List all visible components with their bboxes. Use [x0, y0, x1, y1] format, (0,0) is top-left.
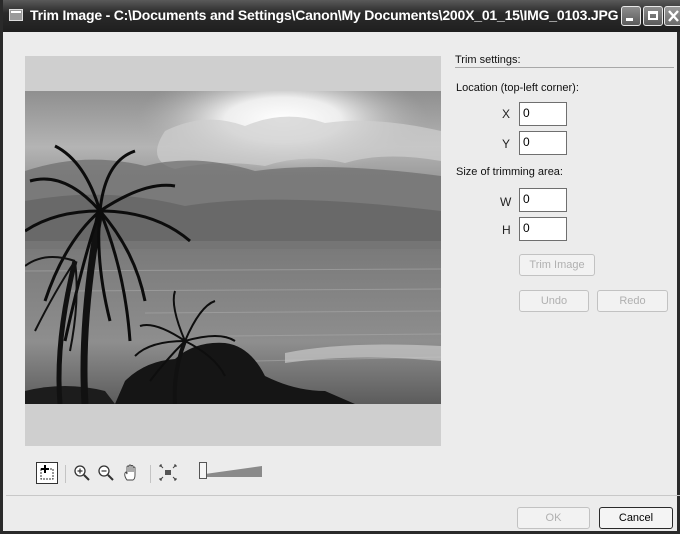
h-input[interactable]: 0: [519, 217, 567, 241]
undo-button[interactable]: Undo: [519, 290, 589, 312]
zoom-in-icon: [74, 465, 90, 481]
w-label: W: [500, 195, 512, 209]
fit-to-window-icon: [159, 464, 177, 481]
size-label: Size of trimming area:: [456, 166, 563, 178]
zoom-out-icon: [98, 465, 114, 481]
select-area-tool[interactable]: [36, 462, 58, 484]
title-bar[interactable]: Trim Image - C:\Documents and Settings\C…: [3, 0, 680, 32]
location-label: Location (top-left corner):: [456, 82, 579, 94]
h-label: H: [502, 223, 511, 237]
x-label: X: [502, 107, 511, 121]
window-app-icon[interactable]: [9, 9, 23, 21]
trim-image-button[interactable]: Trim Image: [519, 254, 595, 276]
minimize-button[interactable]: [621, 6, 641, 26]
hand-pan-tool[interactable]: [121, 463, 141, 483]
select-area-icon: [40, 465, 54, 480]
maximize-button[interactable]: [643, 6, 663, 26]
trim-settings-heading: Trim settings:: [455, 54, 521, 66]
footer-divider: [6, 495, 680, 496]
hand-pan-icon: [124, 464, 136, 481]
y-label: Y: [502, 137, 511, 151]
fit-to-window-tool[interactable]: [158, 463, 178, 483]
zoom-slider-thumb[interactable]: [199, 462, 207, 479]
trim-image-dialog: Trim Image - C:\Documents and Settings\C…: [0, 0, 680, 534]
y-input[interactable]: 0: [519, 131, 567, 155]
photo-preview-image: [25, 91, 441, 404]
x-input[interactable]: 0: [519, 102, 567, 126]
beach-sunset-photo: [25, 91, 441, 404]
w-input[interactable]: 0: [519, 188, 567, 212]
image-preview-area[interactable]: [25, 56, 441, 446]
zoom-out-tool[interactable]: [96, 463, 116, 483]
cancel-button[interactable]: Cancel: [599, 507, 673, 529]
toolbar-separator: [65, 465, 66, 483]
zoom-in-tool[interactable]: [72, 463, 92, 483]
zoom-slider-track[interactable]: [205, 466, 262, 477]
toolbar-separator-2: [150, 465, 151, 483]
close-button[interactable]: [664, 6, 680, 26]
redo-button[interactable]: Redo: [597, 290, 668, 312]
trim-settings-divider: [455, 67, 674, 68]
close-icon: [668, 10, 679, 22]
ok-button[interactable]: OK: [517, 507, 590, 529]
window-title: Trim Image - C:\Documents and Settings\C…: [30, 7, 619, 23]
